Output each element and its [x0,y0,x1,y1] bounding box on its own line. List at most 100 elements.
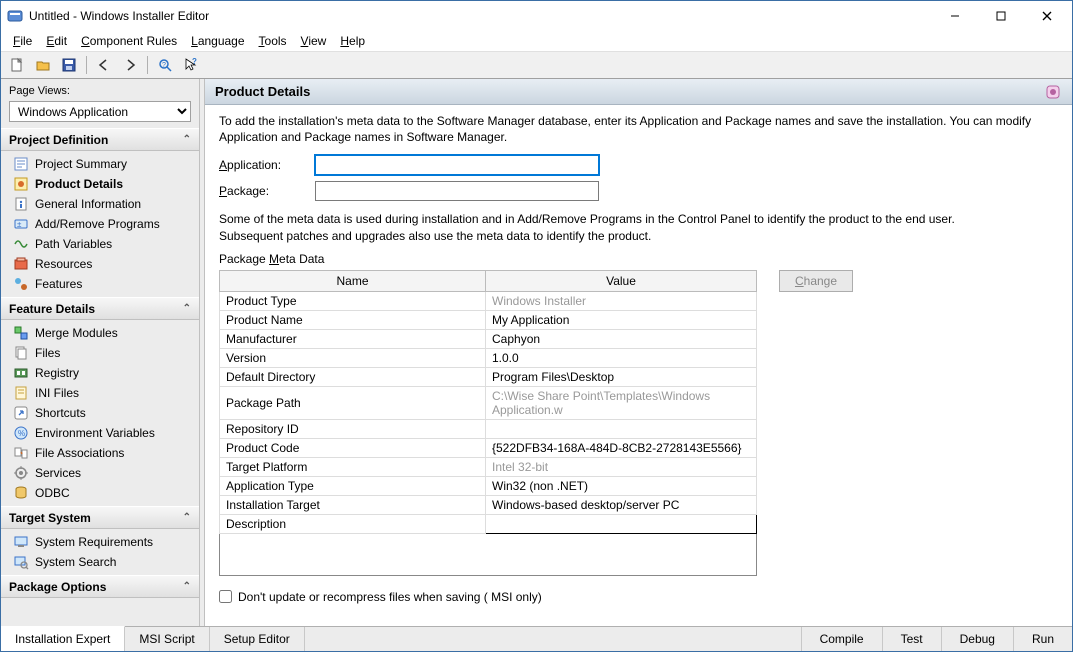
tab-run[interactable]: Run [1013,627,1072,651]
sidebar-item-odbc[interactable]: ODBC [1,483,199,503]
syssearch-icon [13,554,29,570]
minimize-button[interactable] [932,2,978,30]
table-row[interactable]: Version1.0.0 [220,348,757,367]
table-row[interactable]: Product NameMy Application [220,310,757,329]
table-row[interactable]: Package PathC:\Wise Share Point\Template… [220,386,757,419]
meta-value[interactable]: Win32 (non .NET) [486,476,757,495]
shortcut-icon [13,405,29,421]
menu-component-rules[interactable]: Component Rules [75,33,183,49]
table-row[interactable]: Installation TargetWindows-based desktop… [220,495,757,514]
sidebar-item-path-variables[interactable]: Path Variables [1,234,199,254]
meta-name[interactable]: Package Path [220,386,486,419]
meta-table[interactable]: Name Value Product TypeWindows Installer… [219,270,757,576]
meta-name[interactable]: Product Name [220,310,486,329]
save-button[interactable] [57,54,81,76]
tab-debug[interactable]: Debug [941,627,1013,651]
package-input[interactable] [315,181,599,201]
menu-edit[interactable]: Edit [40,33,73,49]
table-row[interactable]: Application TypeWin32 (non .NET) [220,476,757,495]
new-button[interactable] [5,54,29,76]
menu-help[interactable]: Help [334,33,371,49]
sidebar-item-services[interactable]: Services [1,463,199,483]
menu-file[interactable]: File [7,33,38,49]
tab-compile[interactable]: Compile [801,627,882,651]
application-label: Application: [219,158,315,172]
maximize-button[interactable] [978,2,1024,30]
meta-value[interactable]: Windows Installer [486,291,757,310]
sidebar-item-sys-search[interactable]: System Search [1,552,199,572]
meta-value[interactable]: 1.0.0 [486,348,757,367]
sidebar-item-product-details[interactable]: Product Details [1,174,199,194]
tab-test[interactable]: Test [882,627,941,651]
sidebar-item-features[interactable]: Features [1,274,199,294]
sidebar-item-resources[interactable]: Resources [1,254,199,274]
menu-tools[interactable]: Tools [253,33,293,49]
sidebar-item-sys-req[interactable]: System Requirements [1,532,199,552]
close-button[interactable] [1024,2,1070,30]
meta-name[interactable]: Version [220,348,486,367]
meta-value[interactable]: C:\Wise Share Point\Templates\Windows Ap… [486,386,757,419]
sidebar-item-ini-files[interactable]: INI Files [1,383,199,403]
forward-button[interactable] [118,54,142,76]
meta-name[interactable]: Target Platform [220,457,486,476]
meta-value[interactable]: Caphyon [486,329,757,348]
table-row[interactable]: Product Code{522DFB34-168A-484D-8CB2-272… [220,438,757,457]
help-search-button[interactable]: ? [153,54,177,76]
section-project-definition[interactable]: Project Definition ⌃ [1,128,199,151]
meta-value[interactable]: Program Files\Desktop [486,367,757,386]
table-row[interactable]: Description [220,514,757,533]
sidebar-item-project-summary[interactable]: Project Summary [1,154,199,174]
env-icon: % [13,425,29,441]
meta-value[interactable]: Windows-based desktop/server PC [486,495,757,514]
open-button[interactable] [31,54,55,76]
meta-name[interactable]: Repository ID [220,419,486,438]
menu-language[interactable]: Language [185,33,250,49]
addremove-icon: ± [13,216,29,232]
merge-icon [13,325,29,341]
change-button[interactable]: Change [779,270,853,292]
tab-setup-editor[interactable]: Setup Editor [210,627,305,651]
sidebar-item-shortcuts[interactable]: Shortcuts [1,403,199,423]
meta-name[interactable]: Default Directory [220,367,486,386]
sidebar-item-add-remove[interactable]: ±Add/Remove Programs [1,214,199,234]
sidebar-item-registry[interactable]: Registry [1,363,199,383]
tab-msi-script[interactable]: MSI Script [125,627,209,651]
back-button[interactable] [92,54,116,76]
sidebar-item-file-assoc[interactable]: File Associations [1,443,199,463]
section-feature-details[interactable]: Feature Details ⌃ [1,297,199,320]
meta-value[interactable]: {522DFB34-168A-484D-8CB2-2728143E5566} [486,438,757,457]
tab-installation-expert[interactable]: Installation Expert [1,626,125,651]
meta-value[interactable] [486,514,757,533]
dont-update-checkbox[interactable] [219,590,232,603]
menu-view[interactable]: View [295,33,333,49]
table-row[interactable]: ManufacturerCaphyon [220,329,757,348]
section-package-options[interactable]: Package Options ⌃ [1,575,199,598]
meta-name[interactable]: Product Code [220,438,486,457]
meta-name[interactable]: Product Type [220,291,486,310]
col-value[interactable]: Value [486,270,757,291]
meta-name[interactable]: Manufacturer [220,329,486,348]
collapse-icon: ⌃ [183,303,191,314]
table-row[interactable]: Repository ID [220,419,757,438]
page-views-select[interactable]: Windows Application [9,101,191,122]
application-input[interactable] [315,155,599,175]
table-row[interactable]: Product TypeWindows Installer [220,291,757,310]
meta-name[interactable]: Installation Target [220,495,486,514]
table-row[interactable]: Target PlatformIntel 32-bit [220,457,757,476]
table-row[interactable]: Default DirectoryProgram Files\Desktop [220,367,757,386]
ini-icon [13,385,29,401]
section-target-system[interactable]: Target System ⌃ [1,506,199,529]
meta-value[interactable] [486,419,757,438]
sidebar-item-general-information[interactable]: General Information [1,194,199,214]
meta-name[interactable]: Application Type [220,476,486,495]
sidebar-item-merge-modules[interactable]: Merge Modules [1,323,199,343]
features-icon [13,276,29,292]
col-name[interactable]: Name [220,270,486,291]
meta-value[interactable]: My Application [486,310,757,329]
meta-name[interactable]: Description [220,514,486,533]
help-pointer-button[interactable]: ? [179,54,203,76]
window-controls [932,2,1070,30]
sidebar-item-files[interactable]: Files [1,343,199,363]
sidebar-item-env-vars[interactable]: %Environment Variables [1,423,199,443]
meta-value[interactable]: Intel 32-bit [486,457,757,476]
